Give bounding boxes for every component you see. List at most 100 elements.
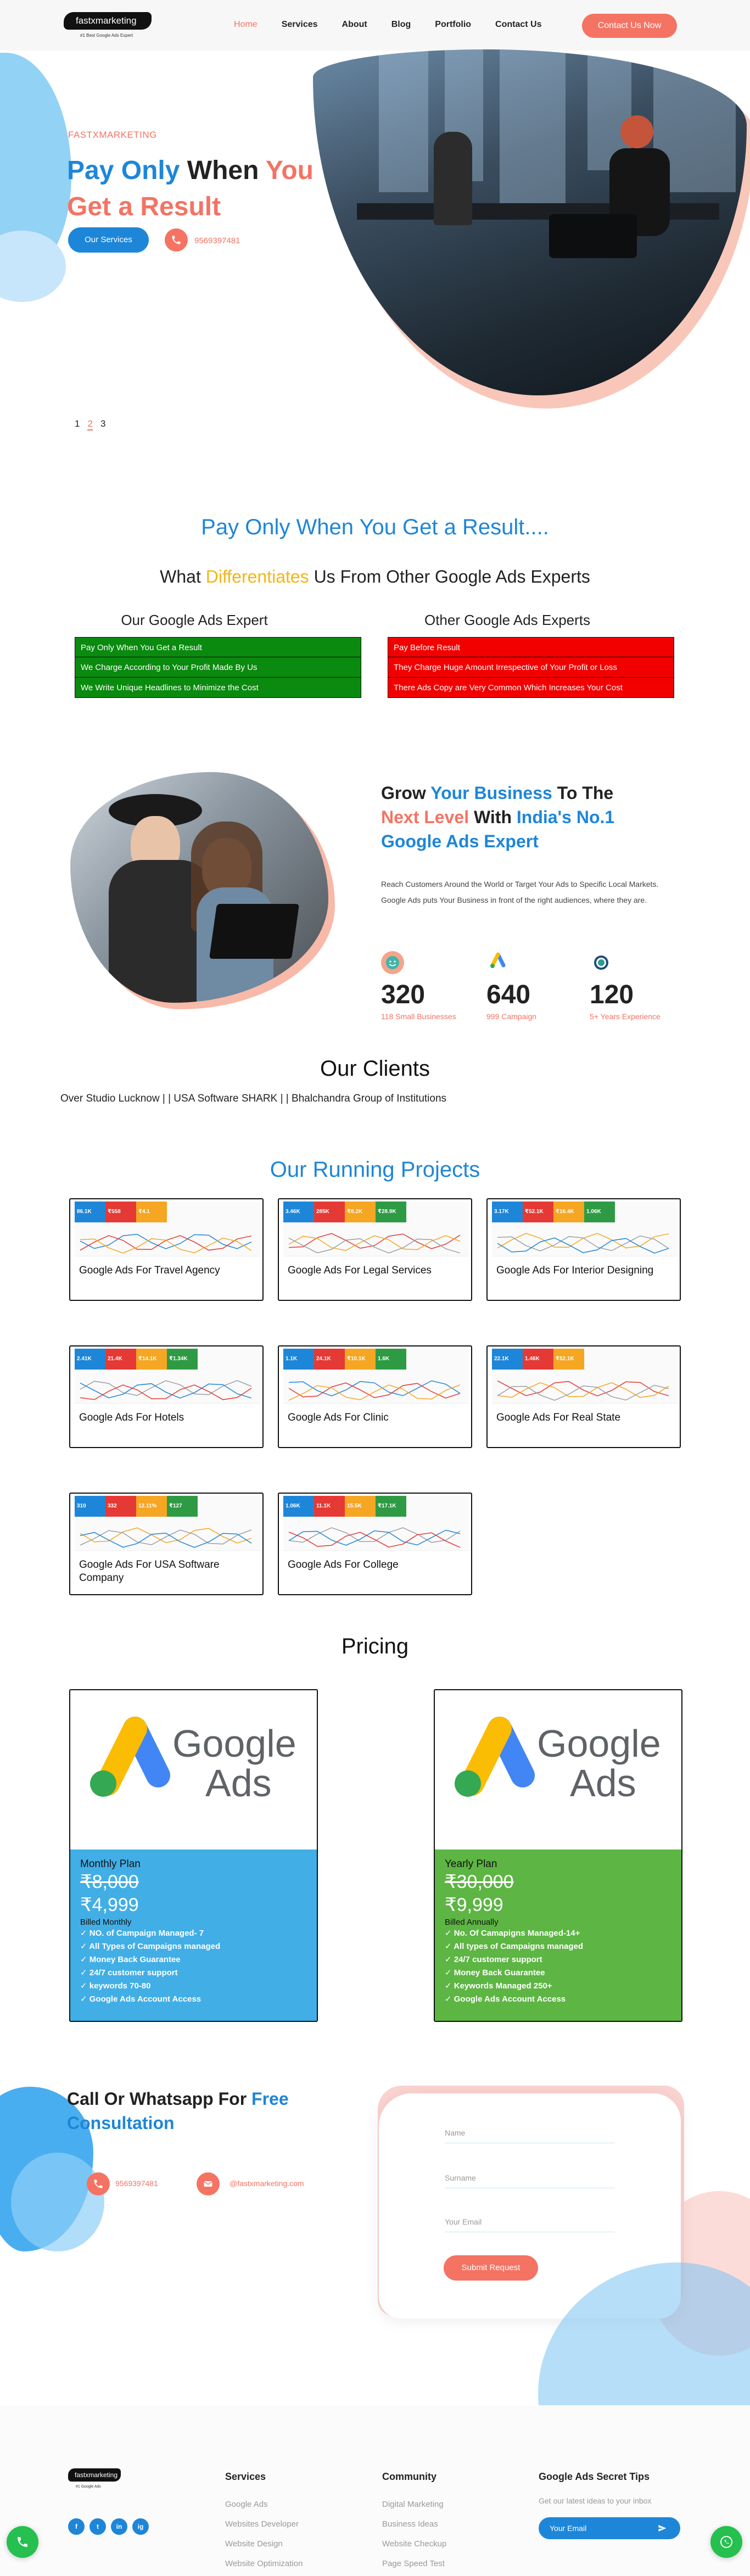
contact-us-now-button[interactable]: Contact Us Now xyxy=(582,14,677,38)
phone-icon[interactable] xyxy=(87,2172,110,2195)
metric-tile: ₹16.4K xyxy=(553,1202,584,1222)
footer xyxy=(0,2405,750,2576)
check-icon: ✓ xyxy=(80,1942,89,1951)
project-analytics-screenshot: 3.46K 285K ₹8.2K ₹28.9K xyxy=(283,1202,469,1256)
surname-input[interactable]: Surname xyxy=(445,2173,615,2188)
instagram-icon[interactable]: ig xyxy=(132,2518,149,2535)
metric-tile: 12.11% xyxy=(136,1496,167,1517)
send-icon[interactable] xyxy=(658,2524,667,2535)
slide-2-link[interactable]: 2 xyxy=(87,418,93,431)
slide-3-link[interactable]: 3 xyxy=(100,418,105,431)
footer-link-google-ads[interactable]: Google Ads xyxy=(225,2500,268,2509)
twitter-icon[interactable]: t xyxy=(89,2518,106,2535)
headline-part: Us From Other Google Ads Experts xyxy=(309,567,590,586)
nav-blog[interactable]: Blog xyxy=(391,20,411,30)
plan-feature: ✓ 24/7 customer support xyxy=(445,1953,671,1966)
plan-feature: ✓ 24/7 customer support xyxy=(80,1966,307,1980)
whatsapp-icon xyxy=(720,2536,732,2548)
metric-tile: ₹1.34K xyxy=(167,1349,198,1370)
metric-tile: 1.06K xyxy=(584,1202,615,1222)
footer-tips-heading: Google Ads Secret Tips xyxy=(539,2471,650,2482)
project-card[interactable]: 2.41K 21.4K ₹14.1K ₹1.34K Google Ads For Hot… xyxy=(69,1345,264,1448)
footer-link-website-checkup[interactable]: Website Checkup xyxy=(382,2539,446,2549)
submit-request-button[interactable]: Submit Request xyxy=(444,2255,538,2281)
footer-link-website-optimization[interactable]: Website Optimization xyxy=(225,2559,303,2568)
project-card[interactable]: 22.1K 1.46K ₹52.1K Google Ads For Real Stat… xyxy=(486,1345,681,1448)
project-card[interactable]: 310 332 12.11% ₹127 Google Ads For USA Softw… xyxy=(69,1493,264,1595)
our-services-button[interactable]: Our Services xyxy=(68,227,149,253)
nav-about[interactable]: About xyxy=(342,20,367,30)
project-title: Google Ads For Legal Services xyxy=(288,1265,432,1276)
trend-lines xyxy=(288,1527,461,1548)
metric-tile: 22.1K xyxy=(492,1349,523,1370)
project-title: Google Ads For Real State xyxy=(496,1412,621,1423)
mail-icon[interactable] xyxy=(197,2172,220,2195)
google-ads-logo: Google Ads xyxy=(435,1690,681,1849)
old-price: ₹8,000 xyxy=(80,1871,139,1892)
pricing-card[interactable]: Google Ads Yearly Plan ₹30,000 ₹9,999 Billed … xyxy=(434,1689,682,2022)
nav-contact[interactable]: Contact Us xyxy=(495,20,541,30)
phone-icon[interactable] xyxy=(165,228,188,252)
footer-link-business-ideas[interactable]: Business Ideas xyxy=(382,2519,438,2529)
billing-period: Billed Monthly xyxy=(80,1918,132,1927)
title-part: Free xyxy=(251,2089,289,2109)
plan-feature-text: 24/7 customer support xyxy=(89,1968,178,1977)
email-input[interactable]: Your Email xyxy=(445,2217,615,2232)
metric-tile: ₹127 xyxy=(167,1496,198,1517)
footer-link-website-design[interactable]: Website Design xyxy=(225,2539,283,2549)
footer-link-websites-developer[interactable]: Websites Developer xyxy=(225,2519,299,2529)
slide-1-link[interactable]: 1 xyxy=(75,418,80,431)
trend-line xyxy=(497,1233,669,1249)
name-input[interactable]: Name xyxy=(445,2128,615,2143)
check-icon: ✓ xyxy=(445,1942,454,1951)
check-icon: ✓ xyxy=(445,1955,454,1964)
project-card[interactable]: 1.06K 11.1K 15.5K ₹17.1K Google Ads For Coll… xyxy=(278,1493,472,1595)
check-icon: ✓ xyxy=(445,1929,454,1938)
metric-tile: 1.46K xyxy=(523,1349,553,1370)
trend-lines xyxy=(80,1527,252,1548)
our-expert-item: Pay Only When You Get a Result xyxy=(75,637,361,657)
hero-title-part: You xyxy=(265,156,314,185)
title-part: Your Business xyxy=(430,783,552,803)
pricing-card[interactable]: Google Ads Monthly Plan ₹8,000 ₹4,999 Billed … xyxy=(69,1689,318,2022)
logo[interactable]: fastxmarketing #1 Best Google Ads Expert xyxy=(64,12,152,41)
title-part: India's No.1 xyxy=(516,807,615,827)
footer-link-page-speed-test[interactable]: Page Speed Test xyxy=(382,2559,445,2568)
nav-home[interactable]: Home xyxy=(234,20,258,30)
check-icon: ✓ xyxy=(80,1981,89,1991)
footer-link-digital-marketing[interactable]: Digital Marketing xyxy=(382,2500,444,2509)
billing-period: Billed Annually xyxy=(445,1918,499,1927)
title-part: Grow xyxy=(381,783,431,803)
call-float-button[interactable] xyxy=(7,2526,38,2558)
check-icon: ✓ xyxy=(80,1994,89,2004)
trend-lines xyxy=(497,1380,669,1401)
linkedin-icon[interactable]: in xyxy=(111,2518,127,2535)
project-title: Google Ads For Interior Designing xyxy=(496,1265,654,1276)
project-card[interactable]: 3.46K 285K ₹8.2K ₹28.9K Google Ads For Legal… xyxy=(278,1198,472,1301)
contact-email[interactable]: @fastxmarketing.com xyxy=(230,2179,304,2188)
trend-lines xyxy=(497,1233,669,1254)
trend-line xyxy=(288,1529,461,1546)
metric-tile: 285K xyxy=(314,1202,345,1222)
metric-tile: ₹52.1K xyxy=(553,1349,584,1370)
trend-line xyxy=(288,1532,461,1548)
other-expert-item: There Ads Copy are Very Common Which Inc… xyxy=(388,678,674,698)
project-card[interactable]: 86.1K ₹558 ₹4.1 Google Ads For Travel Agenc… xyxy=(69,1198,264,1301)
whatsapp-float-button[interactable] xyxy=(710,2526,742,2558)
facebook-icon[interactable]: f xyxy=(68,2518,85,2535)
hero-title-part: Get a Result xyxy=(67,192,221,221)
project-analytics-screenshot: 1.06K 11.1K 15.5K ₹17.1K xyxy=(283,1496,469,1551)
hero-phone-number[interactable]: 9569397481 xyxy=(194,236,240,245)
office-photo xyxy=(313,49,747,395)
project-card[interactable]: 3.17K ₹52.1K ₹16.4K 1.06K Google Ads For Int… xyxy=(486,1198,681,1301)
nav-portfolio[interactable]: Portfolio xyxy=(435,20,471,30)
contact-phone-number[interactable]: 9569397481 xyxy=(115,2179,158,2188)
logo-wordmark: fastxmarketing xyxy=(64,12,152,30)
plan-feature-text: 24/7 customer support xyxy=(454,1955,542,1964)
plan-feature: ✓ NO. of Campaign Managed- 7 xyxy=(80,1927,307,1940)
trend-lines xyxy=(80,1380,252,1400)
project-card[interactable]: 1.1K 24.1K ₹10.1K 1.6K Google Ads For Clinic xyxy=(278,1345,472,1448)
footer-logo[interactable]: fastxmarketing #1 Google Ads xyxy=(68,2468,121,2490)
google-ads-logo-word: Ads xyxy=(570,1762,636,1804)
nav-services[interactable]: Services xyxy=(282,20,318,30)
